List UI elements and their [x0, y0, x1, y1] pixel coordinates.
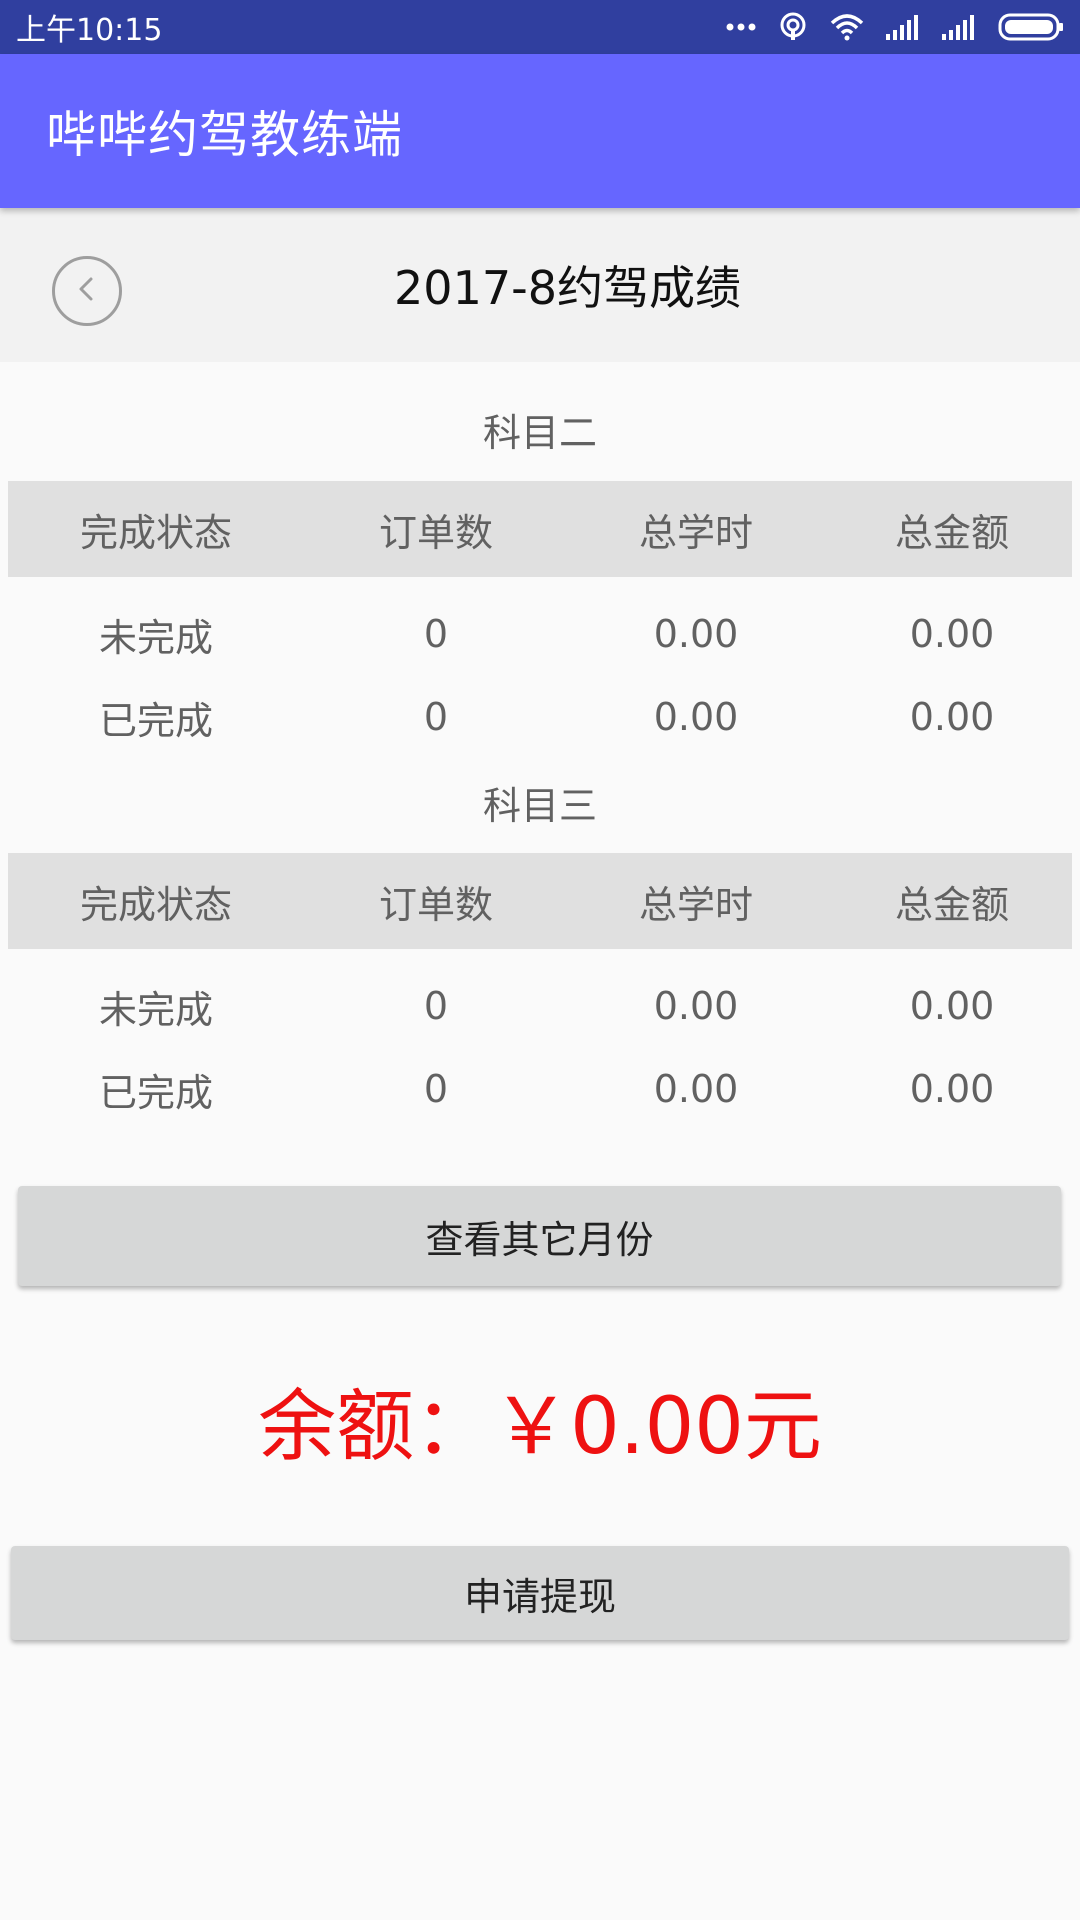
column-header-orders: 订单数: [378, 882, 493, 927]
app-bar: 哔哔约驾教练端: [0, 54, 1080, 208]
row-orders: 0: [423, 695, 449, 739]
row-orders: 0: [423, 984, 449, 1028]
table-row: 未完成 0 0.00 0.00: [8, 594, 1072, 674]
signal-icon: [886, 14, 920, 40]
view-other-months-button[interactable]: 查看其它月份: [18, 1186, 1061, 1286]
row-orders: 0: [423, 612, 449, 656]
column-header-orders: 订单数: [378, 510, 493, 555]
row-status: 已完成: [98, 698, 213, 743]
table-row: 未完成 0 0.00 0.00: [8, 966, 1072, 1046]
status-bar: 上午10:15: [0, 0, 1080, 54]
back-button[interactable]: [52, 256, 122, 326]
row-amount: 0.00: [909, 984, 995, 1028]
table-header: 完成状态 订单数 总学时 总金额: [8, 853, 1072, 949]
withdraw-button[interactable]: 申请提现: [11, 1546, 1069, 1640]
status-time: 上午10:15: [16, 13, 163, 48]
row-status: 已完成: [98, 1070, 213, 1115]
row-hours: 0.00: [653, 695, 739, 739]
table-row: 已完成 0 0.00 0.00: [8, 1049, 1072, 1129]
column-header-amount: 总金额: [894, 882, 1009, 927]
wifi-icon: [830, 13, 864, 41]
hotspot-icon: [778, 12, 808, 42]
column-header-amount: 总金额: [894, 510, 1009, 555]
column-header-status: 完成状态: [79, 882, 232, 927]
row-hours: 0.00: [653, 1067, 739, 1111]
row-status: 未完成: [98, 987, 213, 1032]
table-row: 已完成 0 0.00 0.00: [8, 677, 1072, 757]
row-orders: 0: [423, 1067, 449, 1111]
page-header: 2017-8约驾成绩: [0, 208, 1080, 362]
column-header-hours: 总学时: [638, 882, 753, 927]
section-title-subject-three: 科目三: [482, 784, 597, 828]
row-amount: 0.00: [909, 612, 995, 656]
signal-icon: [942, 14, 976, 40]
row-amount: 0.00: [909, 1067, 995, 1111]
status-icons: [726, 12, 1064, 42]
row-hours: 0.00: [653, 984, 739, 1028]
page-title: 2017-8约驾成绩: [394, 261, 741, 315]
app-title: 哔哔约驾教练端: [46, 106, 403, 164]
battery-icon: [998, 13, 1064, 41]
column-header-hours: 总学时: [638, 510, 753, 555]
row-amount: 0.00: [909, 695, 995, 739]
column-header-status: 完成状态: [79, 510, 232, 555]
more-dots-icon: [726, 22, 756, 32]
balance-amount: 余额：￥0.00元: [258, 1382, 822, 1472]
table-header: 完成状态 订单数 总学时 总金额: [8, 481, 1072, 577]
back-circle-icon: [72, 274, 102, 308]
row-hours: 0.00: [653, 612, 739, 656]
row-status: 未完成: [98, 615, 213, 660]
section-title-subject-two: 科目二: [482, 411, 597, 455]
